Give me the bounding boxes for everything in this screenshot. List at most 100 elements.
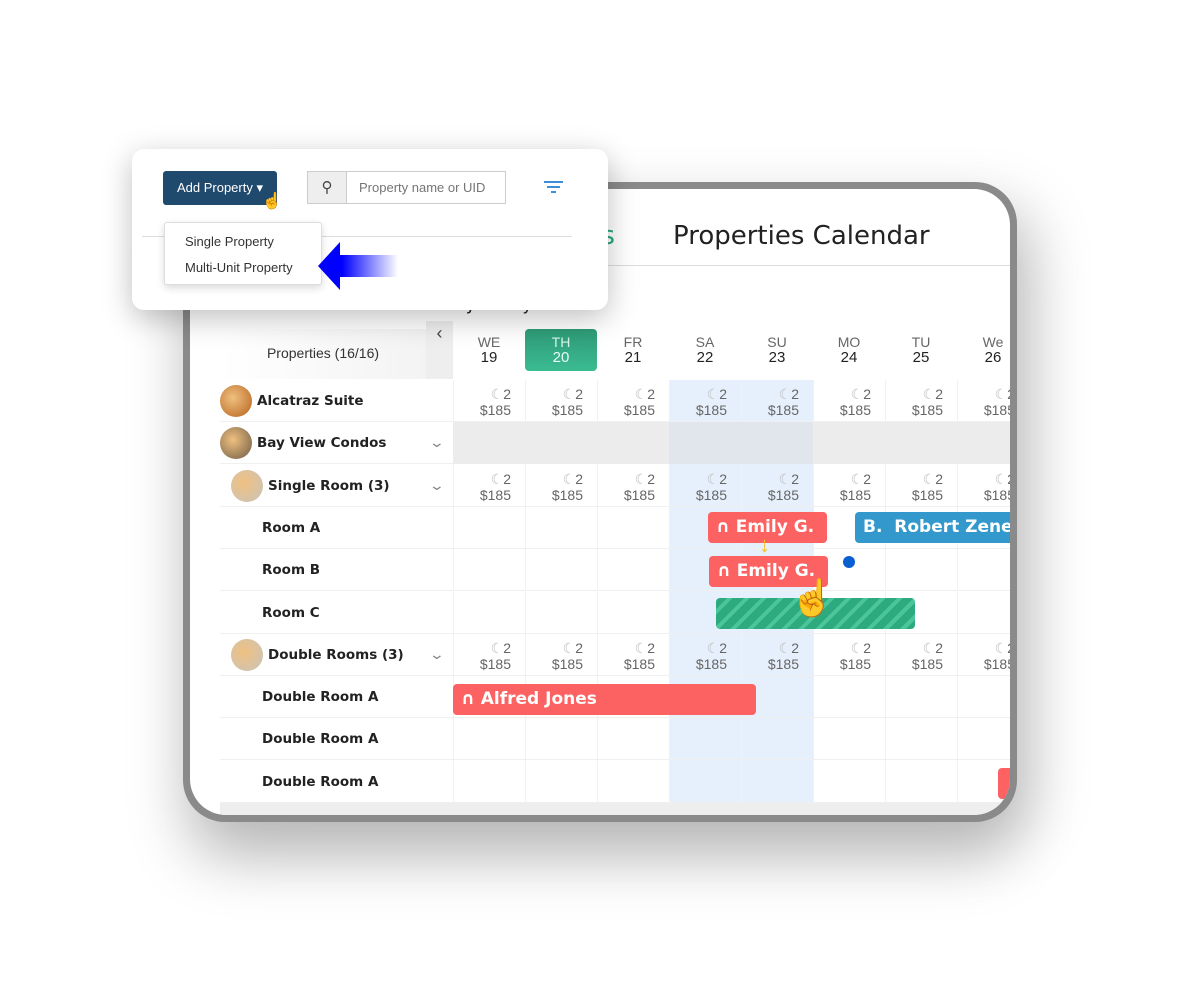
calendar-cell[interactable] [885,549,957,591]
next-row [220,803,1010,815]
calendar-cell[interactable] [597,718,669,760]
calendar-cell[interactable]: ☾2$185 [453,634,525,676]
day-header[interactable]: SU 23 [741,329,813,371]
menu-item-multi-unit-property[interactable]: Multi-Unit Property [165,249,321,275]
calendar-cell[interactable] [885,676,957,718]
calendar-cell[interactable]: ☾2$185 [957,380,1010,422]
chevron-left-icon[interactable]: ‹ [426,321,453,379]
day-header[interactable]: TU 25 [885,329,957,371]
calendar-cell[interactable]: ☾2$185 [741,465,813,507]
calendar-cell[interactable]: ☾2$185 [813,380,885,422]
calendar-cell[interactable]: ☾2$185 [525,380,597,422]
calendar-cell[interactable] [453,592,525,634]
calendar-cell[interactable] [813,761,885,803]
calendar-cell[interactable]: ☾2$185 [453,380,525,422]
calendar-cell[interactable]: ☾2$185 [813,634,885,676]
arrow-left-icon [318,242,398,290]
calendar-cell[interactable]: ☾2$185 [525,634,597,676]
calendar-cell[interactable]: ☾2$185 [813,465,885,507]
calendar-cell[interactable]: ☾2$185 [525,465,597,507]
property-name[interactable]: Room C [262,605,320,621]
calendar-cell[interactable]: ☾2$185 [669,634,741,676]
moon-icon: ☾ [562,386,576,402]
calendar-cell[interactable] [525,761,597,803]
calendar-cell[interactable]: ☾2$185 [597,465,669,507]
day-header[interactable]: We 26 [957,329,1010,371]
calendar-cell[interactable]: ☾2$185 [957,465,1010,507]
calendar-cell[interactable] [741,761,813,803]
calendar-cell[interactable] [597,761,669,803]
calendar-cell[interactable] [813,718,885,760]
calendar-cell[interactable] [525,507,597,549]
property-name[interactable]: Double Room A [262,731,378,747]
calendar-cell[interactable] [597,549,669,591]
calendar-cell[interactable]: ☾2$185 [741,380,813,422]
add-property-panel: Add Property ▾ ☝ ⚲ Single Property Multi… [132,149,608,310]
calendar-cell[interactable] [453,507,525,549]
calendar-cell[interactable]: ☾2$185 [669,380,741,422]
property-name[interactable]: Room B [262,562,320,578]
calendar-cell[interactable]: ☾2$185 [669,465,741,507]
search-input[interactable] [346,171,506,204]
day-header[interactable]: FR 21 [597,329,669,371]
booking-partial[interactable] [998,768,1010,799]
moon-icon: ☾ [850,640,864,656]
airbnb-icon: ∩ [716,517,730,537]
chevron-down-icon[interactable]: ⌄ [429,646,445,663]
calendar-cell[interactable] [453,761,525,803]
calendar-cell[interactable] [525,592,597,634]
chevron-down-icon[interactable]: ⌄ [429,477,445,494]
calendar-cell[interactable]: ☾2$185 [597,634,669,676]
moon-icon: ☾ [490,386,504,402]
airbnb-icon: ∩ [461,689,475,709]
calendar-cell[interactable] [597,592,669,634]
add-property-button[interactable]: Add Property ▾ [163,171,277,205]
property-name[interactable]: Double Room A [262,774,378,790]
moon-icon: ☾ [778,640,792,656]
booking-alfred-jones[interactable]: ∩ Alfred Jones [453,684,756,715]
search-icon[interactable]: ⚲ [307,171,347,204]
calendar-cell[interactable] [669,761,741,803]
calendar-cell[interactable]: ☾2$185 [597,380,669,422]
calendar-cell[interactable] [669,718,741,760]
calendar-cell[interactable]: ☾2$185 [741,634,813,676]
calendar-cell[interactable]: ☾2$185 [957,634,1010,676]
calendar-cell[interactable] [525,549,597,591]
filter-icon[interactable] [544,181,563,193]
calendar-cell[interactable] [957,676,1010,718]
calendar-cell[interactable] [525,718,597,760]
calendar-cell[interactable]: ☾2$185 [885,634,957,676]
calendar-cell[interactable] [741,718,813,760]
calendar-cell[interactable] [453,549,525,591]
pointer-cursor-icon: ☝ [262,193,282,210]
day-header[interactable]: WE 19 [453,329,525,371]
day-header[interactable]: TH 20 [525,329,597,371]
calendar-cell[interactable]: ☾2$185 [885,380,957,422]
property-name[interactable]: Single Room (3) [268,478,390,494]
booking-robert-zenekis[interactable]: B. Robert Zenekis [855,512,1010,543]
calendar-cell[interactable]: ☾2$185 [453,465,525,507]
calendar-cell[interactable] [597,507,669,549]
calendar-cell[interactable] [957,718,1010,760]
calendar-cell[interactable] [957,592,1010,634]
moon-icon: ☾ [706,386,720,402]
property-name[interactable]: Double Rooms (3) [268,647,404,663]
property-name[interactable]: Double Room A [262,689,378,705]
moon-icon: ☾ [706,640,720,656]
calendar-cell[interactable] [453,718,525,760]
moon-icon: ☾ [922,471,936,487]
menu-item-single-property[interactable]: Single Property [165,223,321,249]
calendar-cell[interactable] [885,718,957,760]
property-name[interactable]: Alcatraz Suite [257,393,364,409]
chevron-down-icon[interactable]: ⌄ [429,434,445,451]
property-name[interactable]: Room A [262,520,320,536]
calendar-cell[interactable] [813,676,885,718]
calendar-cell[interactable] [885,761,957,803]
day-header[interactable]: SA 22 [669,329,741,371]
property-name[interactable]: Bay View Condos [257,435,386,451]
day-header[interactable]: MO 24 [813,329,885,371]
moon-icon: ☾ [562,640,576,656]
moon-icon: ☾ [994,471,1008,487]
calendar-cell[interactable] [957,549,1010,591]
calendar-cell[interactable]: ☾2$185 [885,465,957,507]
